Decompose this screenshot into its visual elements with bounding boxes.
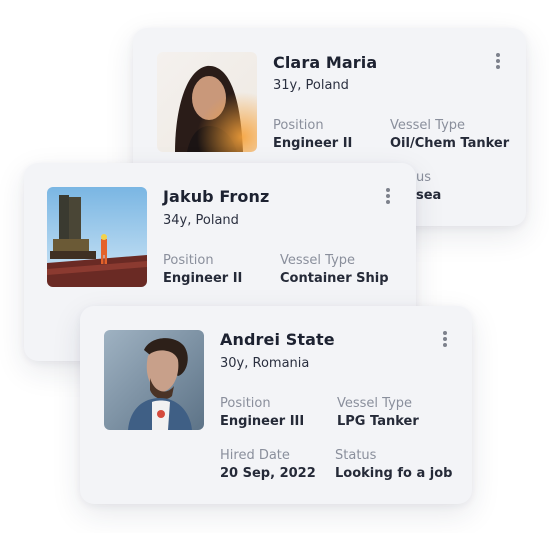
- hired-date-value: 20 Sep, 2022: [220, 466, 316, 481]
- candidate-photo: [47, 187, 147, 287]
- vessel-type-value: LPG Tanker: [337, 414, 419, 429]
- more-vertical-icon[interactable]: [381, 186, 395, 206]
- more-vertical-icon[interactable]: [491, 51, 505, 71]
- vessel-type-value: Container Ship: [280, 271, 389, 286]
- candidate-age-country: 31y, Poland: [273, 78, 349, 93]
- vessel-type-label: Vessel Type: [337, 396, 413, 411]
- position-label: Position: [163, 253, 214, 268]
- status-value: Looking fo a job: [335, 466, 453, 481]
- vessel-type-label: Vessel Type: [390, 118, 466, 133]
- candidate-card-andrei[interactable]: Andrei State 30y, Romania Position Engin…: [80, 306, 472, 504]
- candidate-age-country: 34y, Poland: [163, 213, 239, 228]
- vessel-type-value: Oil/Chem Tanker: [390, 136, 510, 151]
- status-label: Status: [335, 448, 377, 463]
- status-value-partial: sea: [416, 188, 442, 203]
- position-value: Engineer II: [273, 136, 353, 151]
- candidate-cards-stack: Clara Maria 31y, Poland Position Enginee…: [0, 0, 549, 533]
- status-label-partial: us: [416, 170, 432, 185]
- position-value: Engineer III: [220, 414, 305, 429]
- candidate-photo: [157, 52, 257, 152]
- candidate-name: Andrei State: [220, 330, 335, 349]
- position-label: Position: [220, 396, 271, 411]
- more-vertical-icon[interactable]: [438, 329, 452, 349]
- position-label: Position: [273, 118, 324, 133]
- candidate-photo: [104, 330, 204, 430]
- candidate-name: Jakub Fronz: [163, 187, 270, 206]
- candidate-name: Clara Maria: [273, 53, 378, 72]
- vessel-type-label: Vessel Type: [280, 253, 356, 268]
- hired-date-label: Hired Date: [220, 448, 290, 463]
- position-value: Engineer II: [163, 271, 243, 286]
- candidate-age-country: 30y, Romania: [220, 356, 310, 371]
